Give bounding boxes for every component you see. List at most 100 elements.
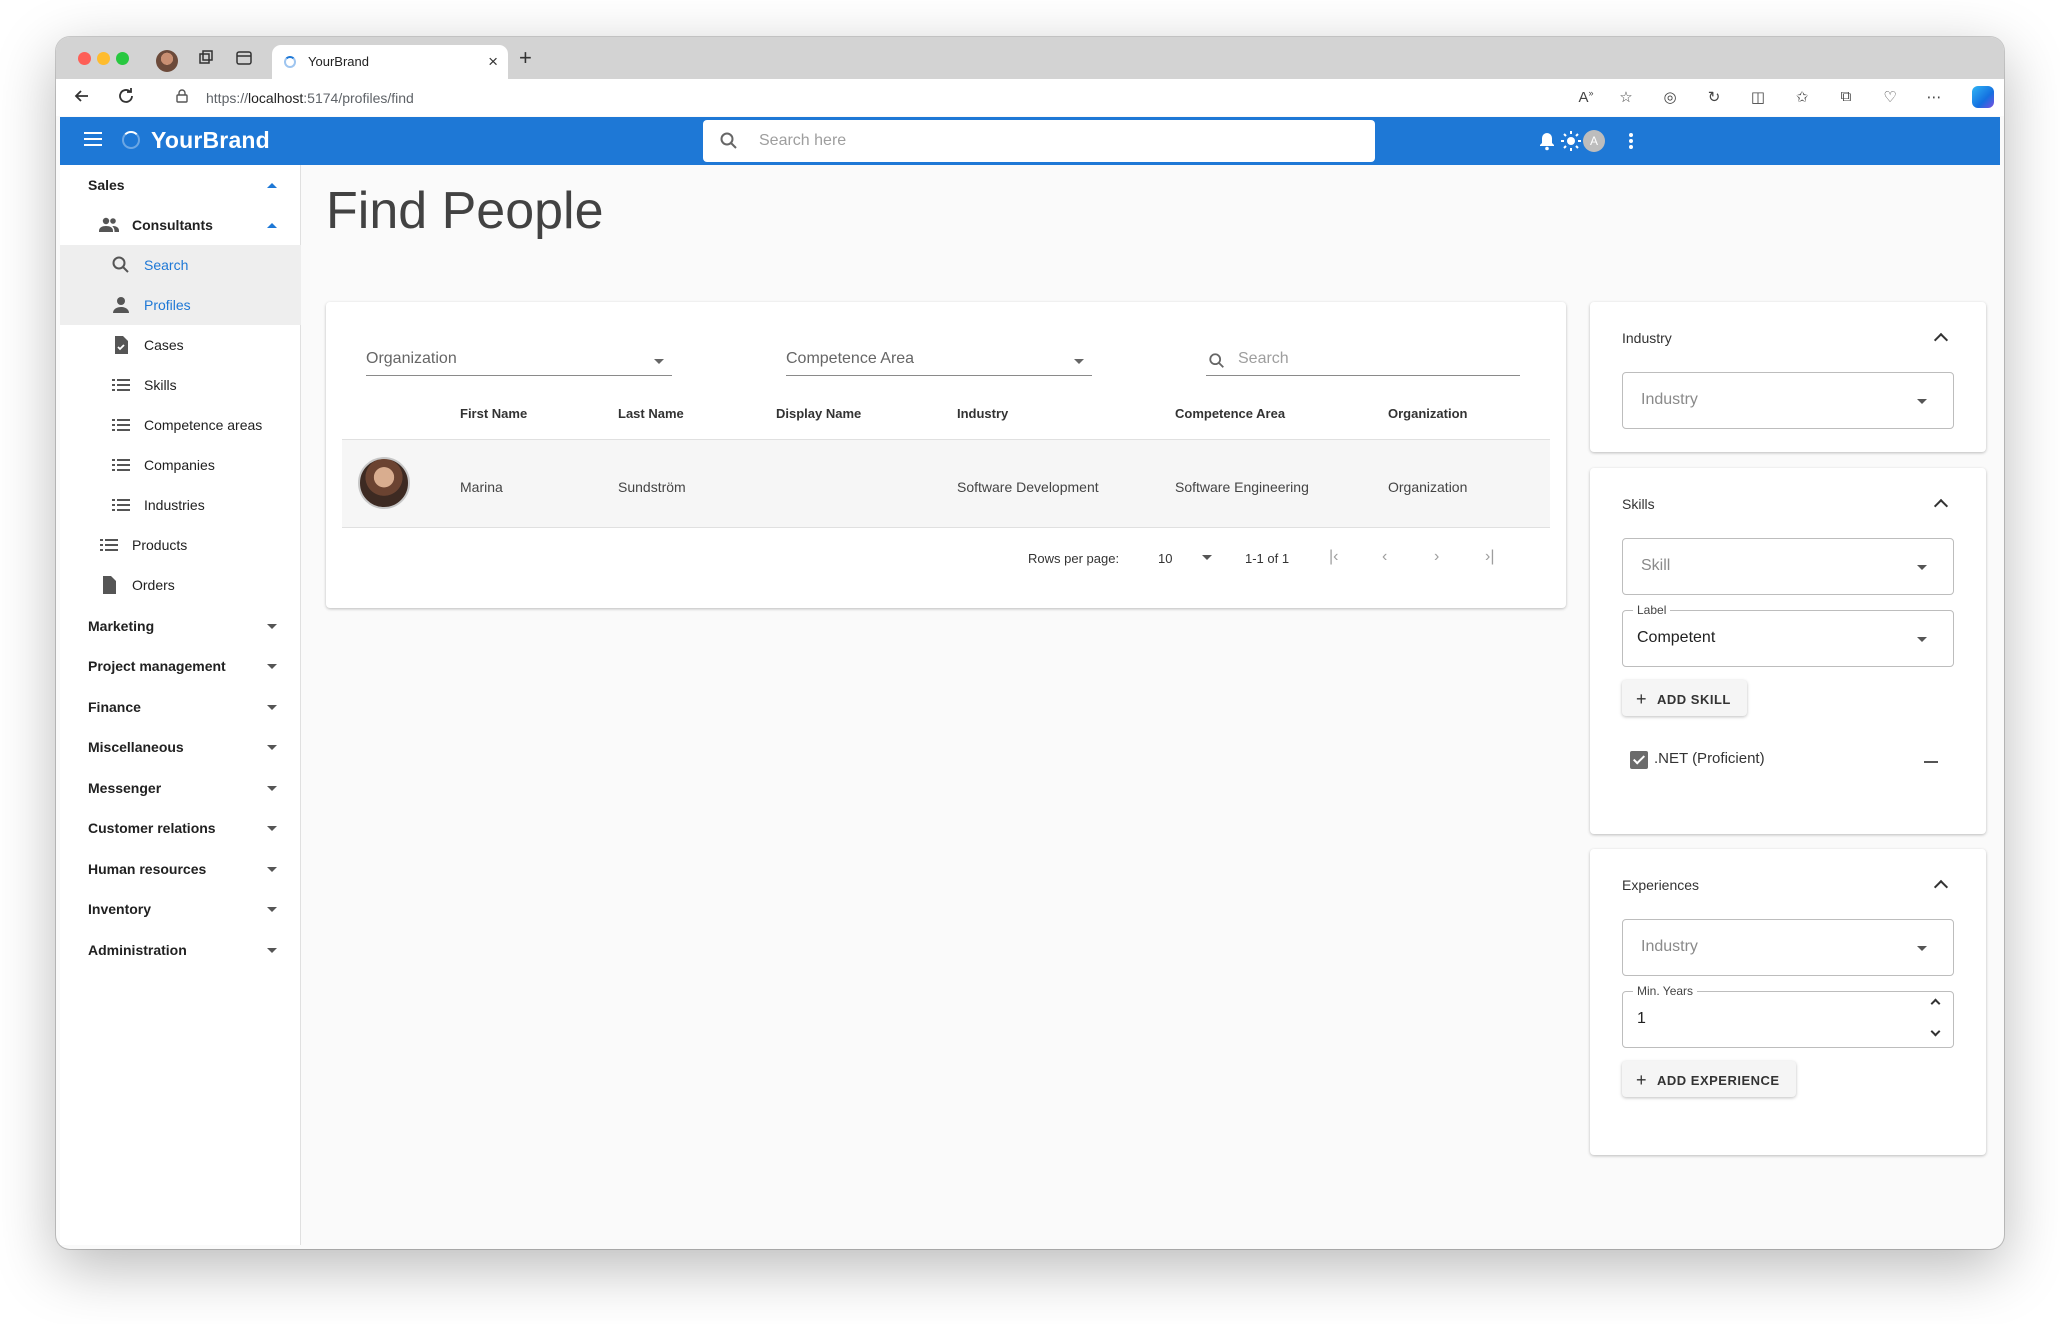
list-icon <box>112 419 130 431</box>
sidebar-item-products[interactable]: Products <box>60 525 301 565</box>
plus-icon: + <box>1636 1070 1648 1090</box>
list-icon <box>112 379 130 391</box>
chevron-down-icon <box>267 786 277 791</box>
close-window-button[interactable] <box>78 52 91 65</box>
industry-select[interactable]: Industry <box>1622 372 1954 429</box>
menu-icon[interactable] <box>84 132 102 146</box>
url-field[interactable]: https://localhost:5174/profiles/find <box>206 90 414 106</box>
profile-avatar-icon[interactable] <box>156 50 178 72</box>
search-icon <box>720 132 737 149</box>
sidebar-group-sales[interactable]: Sales <box>60 165 301 205</box>
task-document-icon <box>115 336 128 354</box>
skill-checkbox[interactable] <box>1630 751 1648 769</box>
experience-industry-select[interactable]: Industry <box>1622 919 1954 976</box>
sidebar-item-cases[interactable]: Cases <box>60 325 301 365</box>
add-experience-button[interactable]: + ADD EXPERIENCE <box>1622 1061 1796 1097</box>
sidebar-group-miscellaneous[interactable]: Miscellaneous <box>60 727 301 767</box>
lock-icon[interactable] <box>176 89 188 103</box>
light-mode-icon[interactable] <box>1560 130 1582 152</box>
sidebar-group-administration[interactable]: Administration <box>60 930 301 970</box>
previous-page-icon[interactable]: ‹ <box>1382 548 1387 566</box>
tab-title: YourBrand <box>308 54 369 69</box>
decrement-icon[interactable] <box>1930 1026 1941 1037</box>
browser-window: YourBrand × + https://localhost:5174/pro… <box>56 37 2004 1249</box>
organization-filter[interactable]: Organization <box>366 350 672 376</box>
min-years-field[interactable]: Min. Years 1 <box>1622 984 1954 1048</box>
more-vert-icon[interactable] <box>1620 130 1642 152</box>
list-icon <box>112 459 130 471</box>
copilot-icon[interactable] <box>1972 86 1994 108</box>
skill-select[interactable]: Skill <box>1622 538 1954 595</box>
chevron-down-icon <box>267 745 277 750</box>
column-header-industry[interactable]: Industry <box>957 406 1008 421</box>
maximize-window-button[interactable] <box>116 52 129 65</box>
collections-icon[interactable]: ⧉ <box>1836 88 1856 105</box>
results-card: Organization Competence Area Search Firs… <box>326 302 1566 608</box>
vertical-tabs-icon[interactable] <box>234 49 254 69</box>
minimize-window-button[interactable] <box>97 52 110 65</box>
reload-icon[interactable] <box>116 86 136 112</box>
column-header-first-name[interactable]: First Name <box>460 406 527 421</box>
table-row[interactable] <box>342 439 1550 528</box>
workspaces-icon[interactable] <box>196 49 216 69</box>
next-page-icon[interactable]: › <box>1434 548 1439 566</box>
performance-icon[interactable]: ♡ <box>1880 88 1900 106</box>
sidebar-item-orders[interactable]: Orders <box>60 565 301 605</box>
column-header-last-name[interactable]: Last Name <box>618 406 684 421</box>
chevron-down-icon <box>267 624 277 629</box>
sidebar-item-companies[interactable]: Companies <box>60 445 301 485</box>
dropdown-arrow-icon <box>1917 637 1927 642</box>
chevron-up-icon[interactable] <box>1933 879 1949 895</box>
chevron-up-icon[interactable] <box>1933 498 1949 514</box>
dropdown-arrow-icon <box>1917 946 1927 951</box>
cell-first-name: Marina <box>460 479 503 495</box>
sidebar-item-industries[interactable]: Industries <box>60 485 301 525</box>
close-tab-icon[interactable]: × <box>488 52 498 72</box>
sidebar-group-messenger[interactable]: Messenger <box>60 768 301 808</box>
remove-skill-icon[interactable] <box>1924 761 1938 763</box>
sidebar-item-search[interactable]: Search <box>60 245 301 285</box>
search-icon <box>112 256 129 273</box>
sidebar-group-project-management[interactable]: Project management <box>60 646 301 686</box>
skill-label-select[interactable]: Label Competent <box>1622 603 1954 667</box>
read-aloud-icon[interactable]: A» <box>1576 88 1596 106</box>
brand-name[interactable]: YourBrand <box>151 127 270 154</box>
increment-icon[interactable] <box>1930 998 1941 1009</box>
favorites-icon[interactable]: ✩ <box>1792 88 1812 106</box>
chevron-up-icon[interactable] <box>1933 332 1949 348</box>
more-options-icon[interactable]: ⋯ <box>1924 88 1944 106</box>
sidebar-group-marketing[interactable]: Marketing <box>60 606 301 646</box>
people-icon <box>99 217 119 232</box>
sidebar-group-finance[interactable]: Finance <box>60 687 301 727</box>
skill-label-legend: Label <box>1633 603 1671 617</box>
add-skill-button[interactable]: + ADD SKILL <box>1622 680 1747 716</box>
sidebar-item-skills[interactable]: Skills <box>60 365 301 405</box>
global-search-input[interactable] <box>759 128 1339 154</box>
last-page-icon[interactable]: ›| <box>1485 548 1494 566</box>
extension-icon[interactable]: ◎ <box>1660 88 1680 106</box>
sidebar-group-inventory[interactable]: Inventory <box>60 889 301 929</box>
notifications-icon[interactable] <box>1536 130 1558 152</box>
user-avatar[interactable]: A <box>1583 130 1605 152</box>
tab-yourbrand[interactable]: YourBrand × <box>272 45 508 79</box>
back-icon[interactable] <box>72 86 92 112</box>
column-header-competence-area[interactable]: Competence Area <box>1175 406 1285 421</box>
sidebar-item-competence-areas[interactable]: Competence areas <box>60 405 301 445</box>
person-icon <box>113 297 129 313</box>
global-search[interactable] <box>703 120 1375 162</box>
new-tab-button[interactable]: + <box>519 45 532 71</box>
sidebar-item-consultants[interactable]: Consultants <box>60 205 301 245</box>
refresh-extension-icon[interactable]: ↻ <box>1704 88 1724 106</box>
first-page-icon[interactable]: |‹ <box>1329 548 1338 566</box>
split-screen-icon[interactable]: ◫ <box>1748 88 1768 106</box>
column-header-display-name[interactable]: Display Name <box>776 406 861 421</box>
sidebar-item-profiles[interactable]: Profiles <box>60 285 301 325</box>
sidebar-group-human-resources[interactable]: Human resources <box>60 849 301 889</box>
rows-per-page-select[interactable]: 10 <box>1158 551 1212 566</box>
table-search-field[interactable]: Search <box>1206 350 1520 376</box>
competence-area-filter[interactable]: Competence Area <box>786 350 1092 376</box>
favorite-star-icon[interactable]: ☆ <box>1616 88 1636 106</box>
column-header-organization[interactable]: Organization <box>1388 406 1467 421</box>
search-icon <box>1209 353 1224 368</box>
sidebar-group-customer-relations[interactable]: Customer relations <box>60 808 301 848</box>
